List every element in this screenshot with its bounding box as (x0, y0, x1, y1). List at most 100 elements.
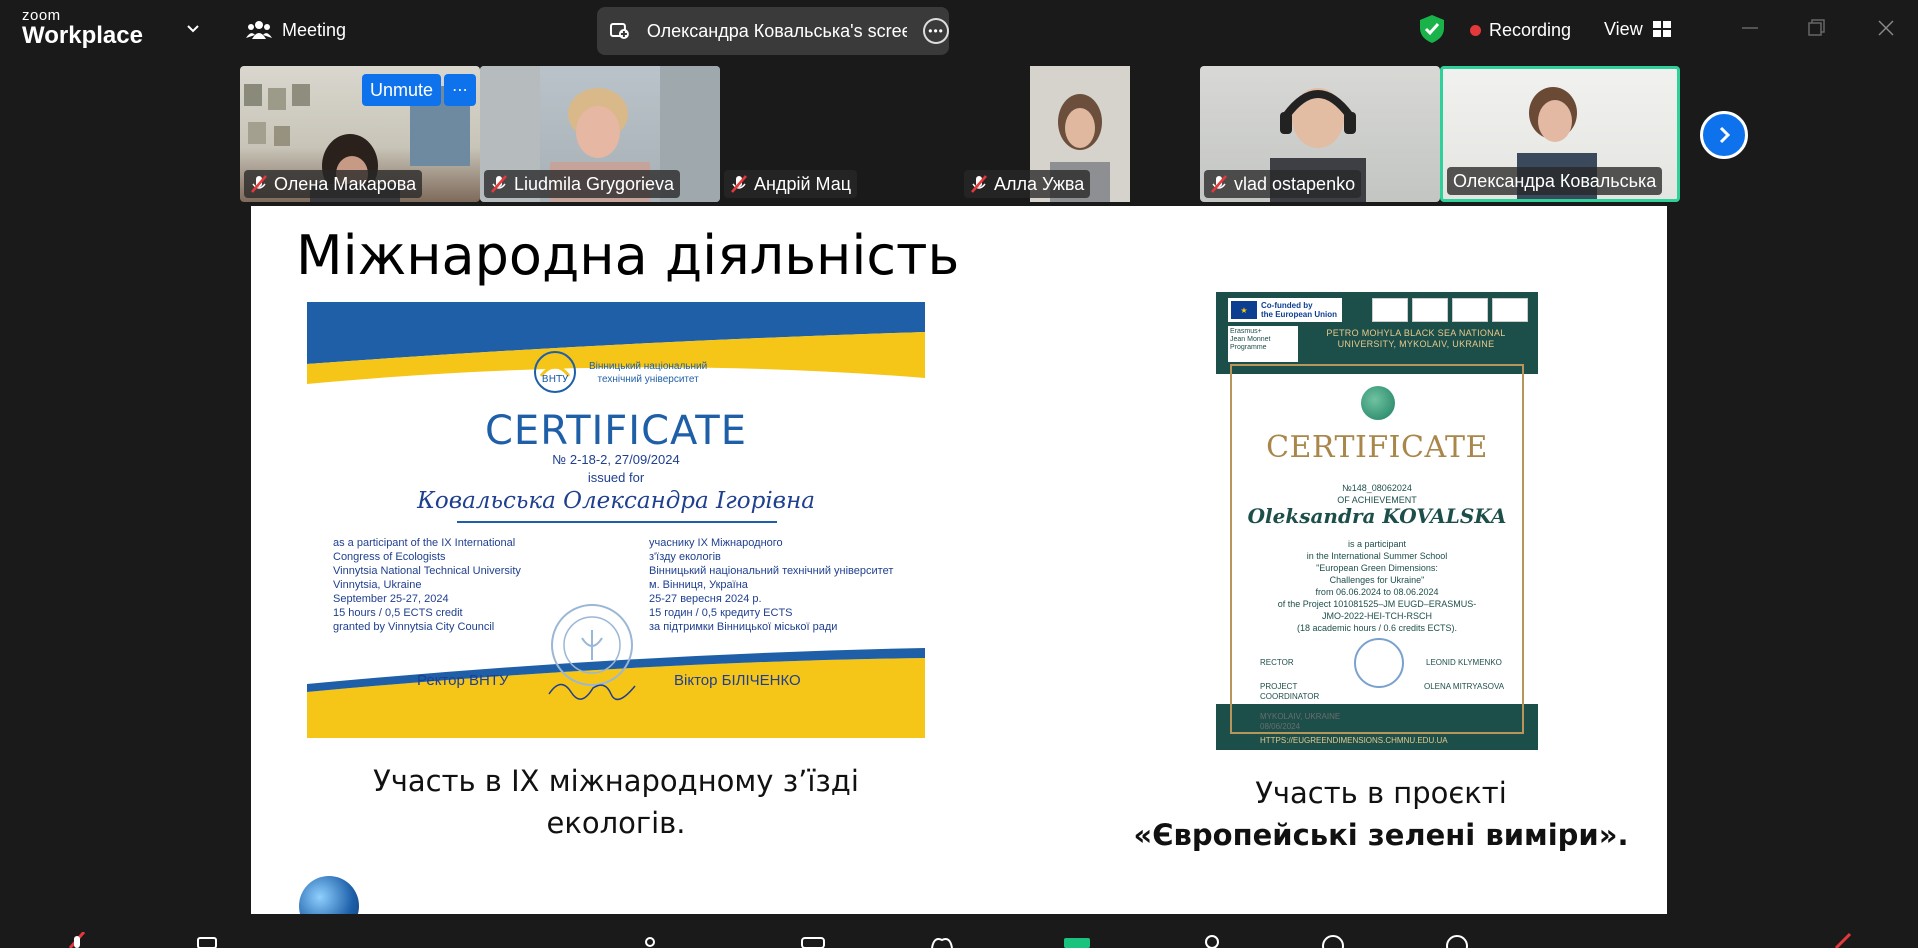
cert1-english-text: as a participant of the IX International… (333, 536, 521, 634)
cert1-number: № 2-18-2, 27/09/2024 (552, 452, 680, 467)
cert1-university: Вінницький національний технічний універ… (589, 360, 707, 386)
eu-cofunded-logo: ★ Co-funded by the European Union (1228, 298, 1342, 322)
cert2-body-line: in the International Summer School (1306, 551, 1448, 561)
cert1-text-line: з'їзду екологів (649, 551, 721, 563)
mic-muted-icon (971, 175, 987, 193)
participant-name-tag: Олена Макарова (244, 170, 423, 198)
erasmus-text-line: Erasmus+ (1230, 328, 1262, 335)
cert2-place-line: 08/06/2024 (1260, 722, 1301, 731)
cert1-university-line: технічний університет (597, 374, 699, 385)
caption-line-bold: «Європейські зелені виміри». (1133, 818, 1629, 852)
caption-line: Участь в ІХ міжнародному з’їзді (373, 764, 859, 798)
cert1-text-line: Вінницький національний технічний універ… (649, 565, 894, 577)
cert1-text-line: 15 годин / 0,5 кредиту ECTS (649, 607, 793, 619)
participant-name-tag: Алла Ужва (964, 170, 1091, 198)
certificate-vntu: ВНТУ Вінницький національний технічний у… (307, 302, 925, 738)
erasmus-text-line: Programme (1230, 344, 1267, 351)
cert1-signature (548, 683, 636, 701)
caption-line: екологів. (546, 806, 686, 840)
eu-flag-icon: ★ (1231, 301, 1257, 319)
participant-name: Алла Ужва (994, 173, 1085, 194)
share-options-icon[interactable]: ••• (923, 18, 949, 44)
view-label: View (1604, 18, 1643, 39)
tile-more-button[interactable]: ⋯ (444, 74, 476, 106)
participant-tile[interactable]: Алла Ужва (960, 66, 1200, 202)
erasmus-text-line: Jean Monnet (1230, 336, 1271, 343)
cert2-body-line: "European Green Dimensions: (1316, 563, 1438, 573)
view-button[interactable]: View (1604, 16, 1671, 42)
recording-dot-icon (1470, 24, 1481, 36)
minimize-icon[interactable] (1736, 14, 1764, 42)
mic-muted-icon (491, 175, 507, 193)
screen-share-icon (609, 23, 629, 39)
cert1-heading: CERTIFICATE (484, 408, 747, 454)
cert2-heading: CERTIFICATE (1266, 430, 1488, 465)
cert2-place-date: MYKOLAIV, UKRAINE 08/06/2024 (1260, 712, 1340, 732)
slide-title: Міжнародна діяльність (296, 224, 960, 287)
cert1-issued-for: issued for (587, 470, 645, 485)
cert1-text-line: September 25-27, 2024 (333, 593, 449, 605)
mic-muted-icon (731, 175, 747, 193)
shared-screen-slide: Міжнародна діяльність ВНТУ Вінницький на… (251, 206, 1667, 946)
participant-name-tag: vlad ostapenko (1204, 170, 1362, 198)
cert1-text-line: м. Вінниця, Україна (649, 579, 748, 591)
bottom-toolbar (0, 914, 1918, 948)
cert1-text-line: granted by Vinnytsia City Council (333, 621, 495, 633)
participant-tile[interactable]: Unmute ⋯ Олена Макарова (240, 66, 480, 202)
security-shield-icon[interactable] (1418, 14, 1446, 44)
participant-tile[interactable]: Liudmila Grygorieva (480, 66, 720, 202)
cert2-university: PETRO MOHYLA BLACK SEA NATIONAL UNIVERSI… (1306, 328, 1526, 350)
cert1-university-line: Вінницький національний (589, 361, 708, 372)
gallery-next-button[interactable] (1700, 111, 1748, 159)
cert2-body-line: Challenges for Ukraine" (1329, 575, 1425, 585)
cert1-text-line: Vinnytsia, Ukraine (333, 579, 422, 591)
screen-share-indicator[interactable]: Олександра Ковальська's screen ••• (597, 7, 949, 55)
participant-tile[interactable]: vlad ostapenko (1200, 66, 1440, 202)
cert2-number: №148_08062024 (1342, 483, 1412, 493)
cert2-seal-icon (1354, 638, 1404, 688)
cert1-text-line: 25-27 вересня 2024 р. (649, 593, 762, 605)
cert1-rector-label: Ректор ВНТУ (417, 672, 509, 689)
top-bar: zoom Workplace Meeting Олександра Коваль… (0, 0, 1918, 60)
unmute-button[interactable]: Unmute (362, 74, 442, 106)
cert1-underline (457, 521, 777, 523)
participant-tile[interactable]: Андрій Мац (720, 66, 960, 202)
recording-indicator[interactable]: Recording (1470, 16, 1571, 44)
cert1-ukrainian-text: учаснику IX Міжнародного з'їзду екологів… (649, 536, 893, 634)
green-globe-icon (1361, 386, 1395, 420)
certificate-eugd: ★ Co-funded by the European Union Erasmu… (1216, 292, 1538, 750)
grid-view-icon (1652, 21, 1671, 37)
partner-logo (1412, 298, 1448, 322)
chevron-right-icon (1719, 126, 1731, 144)
caption-congress: Участь в ІХ міжнародному з’їзді екологів… (291, 760, 941, 844)
partner-logo (1492, 298, 1528, 322)
cert1-text-line: учаснику IX Міжнародного (649, 537, 783, 549)
participant-name: vlad ostapenko (1234, 173, 1356, 194)
participant-name-tag: Олександра Ковальська (1447, 167, 1663, 195)
eu-text-line: the European Union (1261, 310, 1337, 319)
cert1-text-line: as a participant of the IX International (333, 537, 516, 549)
cert2-recipient: Oleksandra KOVALSKA (1247, 504, 1507, 528)
participant-tile-active-speaker[interactable]: Олександра Ковальська (1440, 66, 1680, 202)
cert1-text-line: 15 hours / 0,5 ECTS credit (333, 607, 463, 619)
meeting-label: Meeting (282, 19, 347, 40)
participant-name-tag: Liudmila Grygorieva (484, 170, 681, 198)
restore-icon[interactable] (1802, 14, 1830, 42)
partner-logo (1452, 298, 1488, 322)
meeting-menu[interactable]: Meeting (246, 16, 346, 44)
caption-project: Участь в проєкті «Європейські зелені вим… (1111, 772, 1651, 856)
close-icon[interactable] (1872, 14, 1900, 42)
participant-name-tag: Андрій Мац (724, 170, 858, 198)
participant-name: Андрій Мац (754, 173, 852, 194)
erasmus-logo: Erasmus+ Jean Monnet Programme (1228, 326, 1298, 362)
participants-group-icon (246, 21, 272, 39)
cert2-body-line: of the Project 101081525–JM EUGD–ERASMUS… (1277, 599, 1477, 609)
partner-logo (1372, 298, 1408, 322)
chevron-down-icon[interactable] (184, 20, 202, 38)
participant-name: Олена Макарова (274, 173, 417, 194)
video-gallery: Unmute ⋯ Олена Макарова Liudmila Grygori… (240, 66, 1680, 202)
cert2-coord-line: PROJECT (1260, 682, 1298, 691)
cert2-university-line: UNIVERSITY, MYKOLAIV, UKRAINE (1337, 339, 1495, 349)
zoom-workplace-logo: zoom Workplace (22, 8, 143, 48)
caption-line: Участь в проєкті (1255, 776, 1507, 810)
